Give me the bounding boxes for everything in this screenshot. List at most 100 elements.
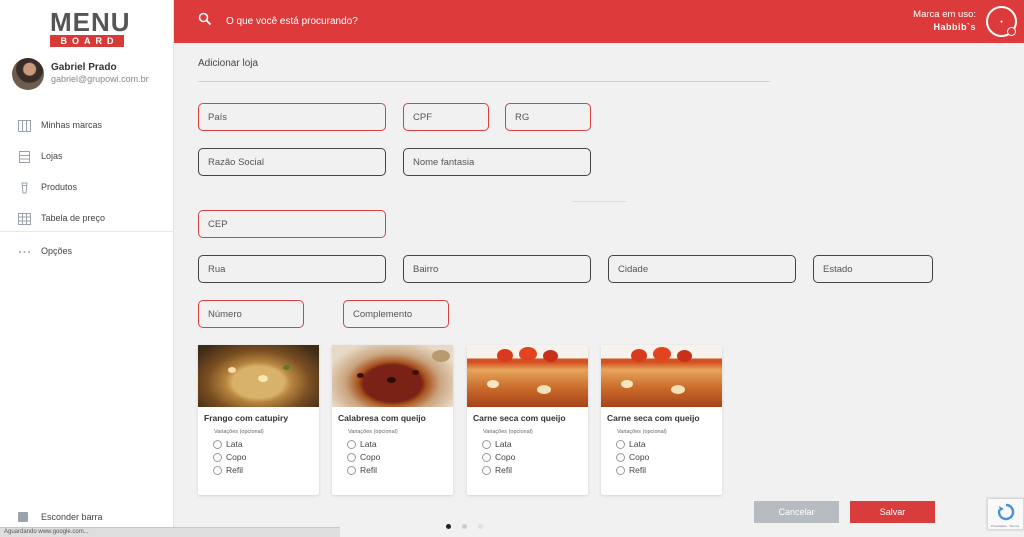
section-divider	[572, 201, 626, 202]
sidebar-item-minhas-marcas[interactable]: Minhas marcas	[18, 118, 168, 136]
variations-label: Variações (opcional)	[214, 429, 264, 435]
variations-label: Variações (opcional)	[617, 429, 667, 435]
sidebar-item-label: Opções	[41, 246, 73, 256]
top-bar: Marca em uso: Habbib`s ●	[174, 0, 1024, 43]
recaptcha-icon	[997, 503, 1015, 521]
product-title: Carne seca com queijo	[607, 413, 700, 423]
sidebar-item-label: Tabela de preço	[41, 213, 106, 223]
option-label: Lata	[495, 439, 512, 449]
radio-icon	[347, 440, 356, 449]
option-radio[interactable]: Lata	[482, 439, 572, 450]
logo-board-text: BOARD	[50, 35, 124, 47]
product-card[interactable]: Calabresa com queijo Variações (opcional…	[332, 345, 453, 495]
search-input[interactable]	[226, 11, 646, 31]
carousel-dot[interactable]	[462, 524, 467, 529]
brand-in-use-label: Marca em uso:	[913, 9, 976, 20]
option-label: Copo	[360, 452, 381, 462]
radio-icon	[616, 440, 625, 449]
variations-label: Variações (opcional)	[483, 429, 533, 435]
product-card[interactable]: Carne seca com queijo Variações (opciona…	[601, 345, 722, 495]
sidebar-item-opcoes[interactable]: Opções	[18, 244, 168, 262]
option-label: Lata	[629, 439, 646, 449]
cup-icon	[21, 182, 28, 194]
option-radio[interactable]: Lata	[616, 439, 706, 450]
option-label: Lata	[360, 439, 377, 449]
product-title: Calabresa com queijo	[338, 413, 426, 423]
estado-field[interactable]	[813, 255, 933, 283]
profile-email: gabriel@grupowi.com.br	[51, 74, 149, 84]
option-radio[interactable]: Lata	[213, 439, 303, 450]
cep-field[interactable]	[198, 210, 386, 238]
option-label: Copo	[226, 452, 247, 462]
option-label: Refil	[629, 465, 647, 475]
option-radio[interactable]: Refil	[347, 465, 437, 476]
radio-icon	[347, 466, 356, 475]
title-divider	[198, 81, 770, 82]
brand-avatar-button[interactable]: ●	[986, 6, 1017, 37]
razao-social-field[interactable]	[198, 148, 386, 176]
option-radio[interactable]: Refil	[616, 465, 706, 476]
pais-field[interactable]	[198, 103, 386, 131]
product-card[interactable]: Frango com catupiry Variações (opcional)…	[198, 345, 319, 495]
sidebar-item-label: Minhas marcas	[41, 120, 103, 130]
option-label: Refil	[360, 465, 378, 475]
complemento-field[interactable]	[343, 300, 449, 328]
carousel-dot[interactable]	[478, 524, 483, 529]
pizza-image	[601, 345, 722, 407]
cidade-field[interactable]	[608, 255, 796, 283]
cancel-button[interactable]: Cancelar	[754, 501, 839, 523]
recaptcha-badge[interactable]: Privacidade - Termos	[987, 498, 1024, 530]
radio-icon	[482, 440, 491, 449]
recaptcha-terms: Privacidade - Termos	[991, 524, 1020, 528]
option-label: Refil	[226, 465, 244, 475]
sidebar-divider	[0, 231, 174, 232]
sidebar: MENU BOARD Gabriel Prado gabriel@grupowi…	[0, 0, 174, 537]
radio-icon	[482, 466, 491, 475]
search-icon[interactable]	[198, 12, 212, 26]
radio-icon	[213, 453, 222, 462]
user-profile[interactable]: Gabriel Prado gabriel@grupowi.com.br	[12, 58, 172, 92]
carousel-dot-active[interactable]	[446, 524, 451, 529]
logo-menu-text: MENU	[50, 7, 131, 37]
browser-status-bar: Aguardando www.google.com...	[0, 527, 340, 537]
radio-icon	[616, 466, 625, 475]
bairro-field[interactable]	[403, 255, 591, 283]
table-icon	[18, 213, 31, 225]
option-label: Lata	[226, 439, 243, 449]
sidebar-item-label: Lojas	[41, 151, 63, 161]
product-card[interactable]: Carne seca com queijo Variações (opciona…	[467, 345, 588, 495]
option-label: Copo	[629, 452, 650, 462]
hide-sidebar-button[interactable]: Esconder barra	[18, 510, 158, 524]
save-button[interactable]: Salvar	[850, 501, 935, 523]
nome-fantasia-field[interactable]	[403, 148, 591, 176]
option-label: Refil	[495, 465, 513, 475]
rg-field[interactable]	[505, 103, 591, 131]
option-radio[interactable]: Refil	[213, 465, 303, 476]
numero-field[interactable]	[198, 300, 304, 328]
sidebar-item-label: Produtos	[41, 182, 78, 192]
menuboard-logo[interactable]: MENU BOARD	[50, 7, 131, 47]
more-dots-icon	[19, 251, 30, 253]
hide-sidebar-label: Esconder barra	[41, 512, 103, 522]
columns-icon	[18, 120, 31, 132]
sidebar-item-tabela-de-preco[interactable]: Tabela de preço	[18, 211, 168, 229]
sidebar-item-produtos[interactable]: Produtos	[18, 180, 168, 198]
brand-in-use-name: Habbib`s	[933, 22, 976, 32]
radio-icon	[616, 453, 625, 462]
radio-icon	[347, 453, 356, 462]
option-radio[interactable]: Refil	[482, 465, 572, 476]
rua-field[interactable]	[198, 255, 386, 283]
option-radio[interactable]: Copo	[482, 452, 572, 463]
pizza-image	[332, 345, 453, 407]
sidebar-item-lojas[interactable]: Lojas	[18, 149, 168, 167]
cpf-field[interactable]	[403, 103, 489, 131]
option-radio[interactable]: Copo	[213, 452, 303, 463]
page-title: Adicionar loja	[198, 58, 259, 69]
option-radio[interactable]: Copo	[347, 452, 437, 463]
radio-icon	[482, 453, 491, 462]
product-title: Frango com catupiry	[204, 413, 289, 423]
store-icon	[19, 151, 30, 163]
option-radio[interactable]: Copo	[616, 452, 706, 463]
brand-logo-icon: ●	[999, 18, 1004, 25]
option-radio[interactable]: Lata	[347, 439, 437, 450]
